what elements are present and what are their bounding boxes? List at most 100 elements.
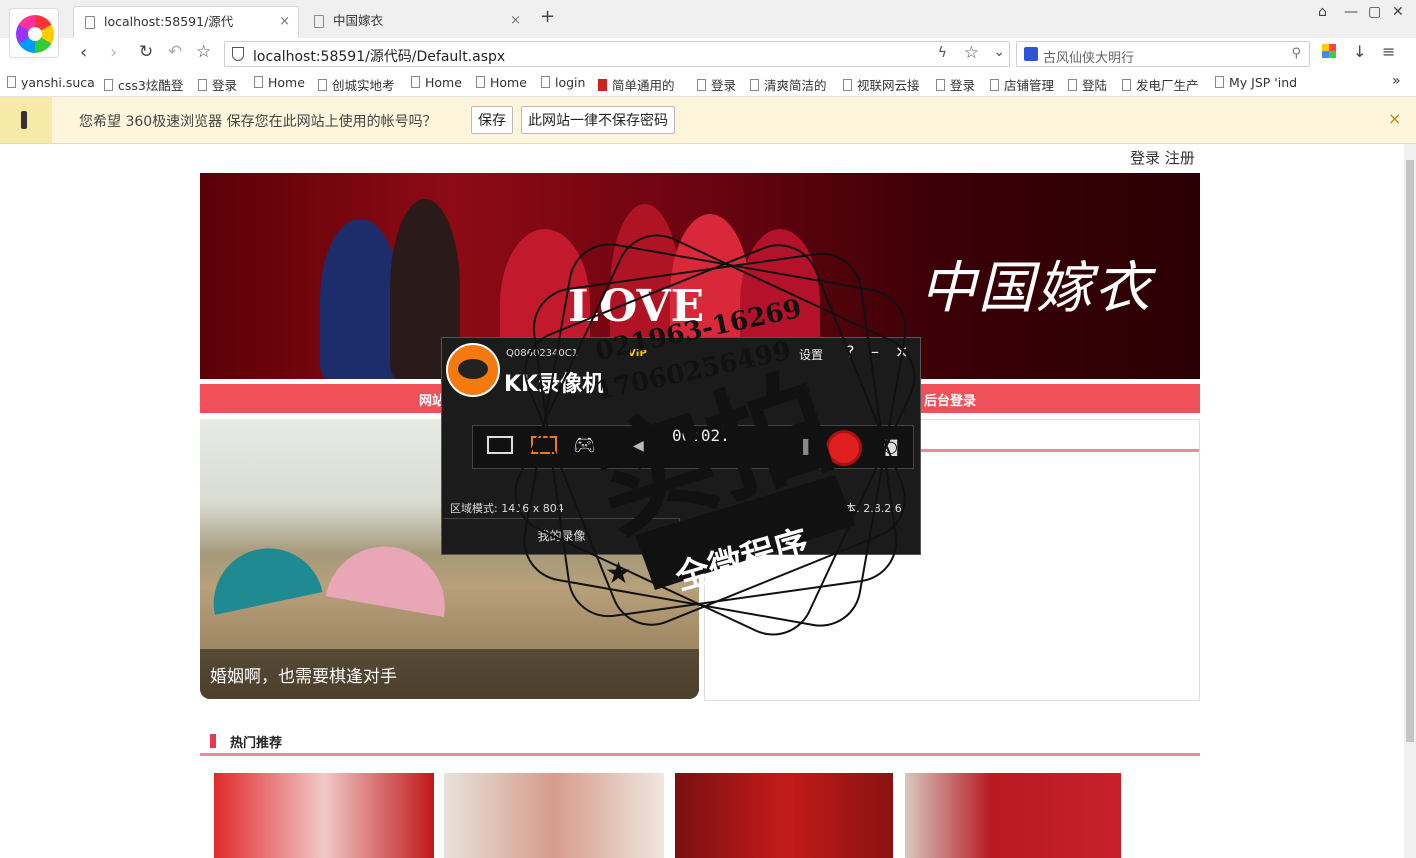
- umbrella: [203, 538, 323, 615]
- maximize-icon[interactable]: ▢: [1368, 4, 1381, 20]
- undo-close-icon[interactable]: ↶: [168, 42, 182, 62]
- record-timer: 00:02.: [672, 426, 730, 445]
- menu-icon[interactable]: ≡: [1382, 42, 1395, 61]
- vip-badge[interactable]: VIP: [628, 348, 647, 359]
- page-icon: [541, 76, 550, 88]
- address-url[interactable]: localhost:58591/源代码/Default.aspx: [253, 46, 505, 66]
- search-input[interactable]: 古风仙侠大明行: [1043, 47, 1134, 66]
- hot-section-header: 热门推荐: [200, 732, 1200, 756]
- region-mode-icon[interactable]: [531, 436, 557, 454]
- minimize-icon[interactable]: —: [1344, 4, 1358, 20]
- close-window-icon[interactable]: ✕: [1392, 4, 1404, 20]
- bookmark-item[interactable]: My JSP 'ind: [1215, 75, 1297, 90]
- x-logo-icon: [598, 79, 607, 91]
- page-icon: [7, 76, 16, 88]
- page-icon: [936, 79, 945, 91]
- page-scrollbar[interactable]: [1404, 144, 1416, 858]
- kk-logo-icon: [446, 343, 500, 397]
- back-icon[interactable]: ‹: [80, 42, 87, 63]
- product-thumbnail[interactable]: [905, 773, 1121, 858]
- more-bookmarks-icon[interactable]: »: [1392, 73, 1401, 89]
- bookmark-item[interactable]: 登陆: [1068, 75, 1107, 94]
- favorite-star-icon[interactable]: ☆: [196, 42, 211, 62]
- recorder-settings-button[interactable]: 设置: [799, 346, 823, 363]
- section-marker: [210, 734, 216, 748]
- navigation-bar: ‹ › ↻ ↶ ☆ localhost:58591/源代码/Default.as…: [0, 38, 1416, 70]
- help-icon[interactable]: ?: [846, 342, 855, 361]
- bookmark-item[interactable]: 发电厂生产: [1122, 75, 1199, 94]
- download-icon[interactable]: ↓: [1353, 42, 1366, 61]
- product-thumbnail[interactable]: [675, 773, 893, 858]
- chevron-down-icon[interactable]: ⌄: [993, 44, 1005, 60]
- volume-icon[interactable]: ◀: [633, 438, 644, 454]
- record-button[interactable]: [826, 430, 862, 466]
- page-icon: [1122, 79, 1131, 91]
- bookmark-item[interactable]: 登录: [936, 75, 975, 94]
- page-icon: [411, 76, 420, 88]
- pause-icon[interactable]: ❚❚: [799, 436, 826, 455]
- divider: [200, 753, 1200, 756]
- bookmark-item[interactable]: Home: [476, 75, 527, 90]
- version-label: 版本: 2.8.2.6: [834, 502, 902, 515]
- hero-caption-bar: 婚姻啊，也需要棋逢对手: [200, 649, 699, 699]
- reload-icon[interactable]: ↻: [139, 42, 153, 62]
- bookmark-item[interactable]: 清爽简洁的: [750, 75, 827, 94]
- shield-icon: [232, 47, 244, 61]
- game-mode-icon[interactable]: 🎮︎: [573, 435, 596, 456]
- hero-caption[interactable]: 婚姻啊，也需要棋逢对手: [210, 662, 397, 687]
- login-register-links[interactable]: 登录 注册: [1130, 147, 1195, 168]
- key-icon: [0, 97, 52, 143]
- menu-item-admin-login[interactable]: 后台登录: [924, 390, 976, 409]
- search-icon[interactable]: ⚲: [1291, 46, 1301, 61]
- baidu-icon: [1024, 47, 1038, 61]
- umbrella: [325, 537, 455, 617]
- bookmark-item[interactable]: 店铺管理: [990, 75, 1054, 94]
- page-icon: [476, 76, 485, 88]
- page-icon: [1215, 76, 1224, 88]
- page-icon: [314, 15, 324, 28]
- close-tab-icon[interactable]: ×: [510, 6, 521, 36]
- bookmark-item[interactable]: css3炫酷登: [104, 75, 183, 94]
- address-bar[interactable]: localhost:58591/源代码/Default.aspx ϟ ☆ ⌄: [224, 41, 1010, 67]
- bookmark-item[interactable]: 登录: [198, 75, 237, 94]
- close-icon[interactable]: ×: [1388, 109, 1401, 128]
- scrollbar-thumb[interactable]: [1406, 160, 1414, 742]
- forward-icon[interactable]: ›: [110, 42, 117, 63]
- bookmark-item[interactable]: 简单通用的: [598, 75, 675, 94]
- product-thumbnail[interactable]: [444, 773, 664, 858]
- bookmark-item[interactable]: 创城实地考: [318, 75, 395, 94]
- my-videos-button[interactable]: 我的录像: [444, 518, 680, 553]
- bookmark-item[interactable]: 视联网云接: [843, 75, 920, 94]
- tab-active[interactable]: localhost:58591/源代码/Defaul ×: [73, 6, 299, 59]
- tab-zhongguojiayi[interactable]: 中国嫁衣 ×: [303, 6, 529, 38]
- bookmark-star-icon[interactable]: ☆: [964, 43, 979, 63]
- lightning-icon[interactable]: ϟ: [938, 45, 947, 61]
- bookmark-item[interactable]: Home: [254, 75, 305, 90]
- page-icon: [843, 79, 852, 91]
- page-icon: [104, 79, 113, 91]
- product-thumbnail[interactable]: [214, 773, 434, 858]
- browser-logo[interactable]: [9, 8, 59, 58]
- minimize-icon[interactable]: –: [871, 342, 879, 361]
- page-icon: [318, 79, 327, 91]
- save-password-button[interactable]: 保存: [471, 106, 513, 134]
- fullscreen-mode-icon[interactable]: [487, 436, 513, 454]
- close-icon[interactable]: ×: [895, 342, 908, 361]
- bookmark-item[interactable]: 登录: [697, 75, 736, 94]
- skin-icon[interactable]: ⌂: [1318, 4, 1327, 20]
- apps-icon[interactable]: [1322, 44, 1336, 58]
- brand-title: 中国嫁衣: [920, 256, 1152, 321]
- page-icon: [85, 16, 95, 29]
- close-tab-icon[interactable]: ×: [279, 7, 290, 37]
- never-save-button[interactable]: 此网站一律不保存密码: [521, 106, 675, 134]
- camera-icon[interactable]: ◙: [883, 437, 899, 456]
- hot-title: 热门推荐: [230, 736, 283, 751]
- bookmark-item[interactable]: Home: [411, 75, 462, 90]
- bookmarks-bar: yanshi.suca css3炫酷登 登录 Home 创城实地考 Home H…: [0, 70, 1416, 97]
- bookmark-item[interactable]: login: [541, 75, 585, 90]
- recorder-name: KK录像机: [504, 372, 605, 397]
- bookmark-item[interactable]: yanshi.suca: [7, 75, 95, 90]
- new-tab-button[interactable]: +: [540, 6, 555, 27]
- search-box[interactable]: 古风仙侠大明行 ⚲: [1016, 41, 1310, 67]
- password-save-bar: 您希望 360极速浏览器 保存您在此网站上使用的帐号吗？ 保存 此网站一律不保存…: [0, 97, 1416, 144]
